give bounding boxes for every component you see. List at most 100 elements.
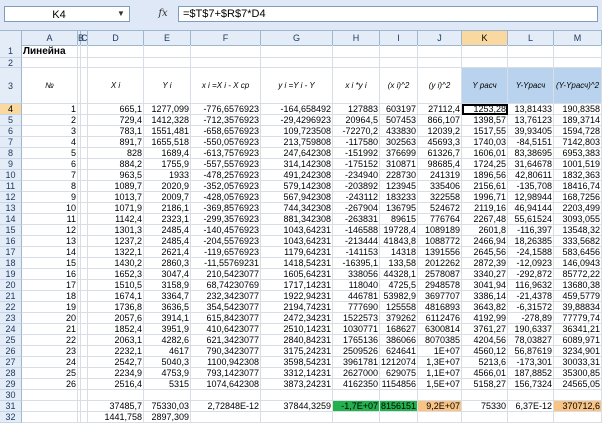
cell-i25[interactable]: 386066: [380, 335, 418, 346]
cell-empty[interactable]: [261, 412, 333, 423]
cell-m19[interactable]: 85772,22: [554, 269, 602, 280]
cell-f4[interactable]: -776,6576923: [191, 104, 261, 115]
cell-l26[interactable]: 56,87619: [508, 346, 554, 357]
cell-m24[interactable]: 36341,21: [554, 324, 602, 335]
cell-empty[interactable]: [81, 68, 88, 104]
cell-l16[interactable]: 18,26385: [508, 236, 554, 247]
cell-e12[interactable]: 2009,7: [144, 192, 191, 203]
cell-empty[interactable]: [81, 379, 88, 390]
row-number[interactable]: 3: [22, 126, 78, 137]
cell-empty[interactable]: [554, 412, 602, 423]
cell-m4[interactable]: 190,8358: [554, 104, 602, 115]
cell-empty[interactable]: [22, 412, 78, 423]
cell-f16[interactable]: -204,5576923: [191, 236, 261, 247]
cell-empty[interactable]: [81, 225, 88, 236]
cell-k24[interactable]: 3761,27: [462, 324, 508, 335]
column-header-e[interactable]: E: [144, 31, 191, 45]
cell-l19[interactable]: -292,872: [508, 269, 554, 280]
cell-k4[interactable]: 1253,28: [462, 104, 508, 115]
cell-h4[interactable]: 127883: [333, 104, 380, 115]
cell-k27[interactable]: 5213,6: [462, 357, 508, 368]
cell-empty[interactable]: [81, 401, 88, 412]
cell-g4[interactable]: -164,658492: [261, 104, 333, 115]
row-header-24[interactable]: 24: [0, 324, 22, 335]
row-header-13[interactable]: 13: [0, 203, 22, 214]
cell-empty[interactable]: [81, 214, 88, 225]
cell-empty[interactable]: [380, 412, 418, 423]
cell-k8[interactable]: 1606,01: [462, 148, 508, 159]
row-header-11[interactable]: 11: [0, 181, 22, 192]
cell-empty[interactable]: [554, 58, 602, 68]
total-j[interactable]: 9,2E+07: [418, 401, 462, 412]
cell-f26[interactable]: 790,3423077: [191, 346, 261, 357]
cell-d21[interactable]: 1674,1: [88, 291, 144, 302]
cell-j14[interactable]: 776764: [418, 214, 462, 225]
cell-l20[interactable]: 116,9632: [508, 280, 554, 291]
cell-f6[interactable]: -658,6576923: [191, 126, 261, 137]
row-header-20[interactable]: 20: [0, 280, 22, 291]
row-number[interactable]: 24: [22, 357, 78, 368]
cell-e4[interactable]: 1277,099: [144, 104, 191, 115]
cell-empty[interactable]: [81, 236, 88, 247]
column-header-h[interactable]: H: [333, 31, 380, 45]
column-title-h[interactable]: x i *y i: [333, 68, 380, 104]
cell-h17[interactable]: -141153: [333, 247, 380, 258]
cell-e23[interactable]: 3914,1: [144, 313, 191, 324]
mean-y[interactable]: 2897,309: [144, 412, 191, 423]
cell-d9[interactable]: 884,2: [88, 159, 144, 170]
row-number[interactable]: 11: [22, 214, 78, 225]
row-number[interactable]: 10: [22, 203, 78, 214]
row-header-31[interactable]: 31: [0, 401, 22, 412]
cell-empty[interactable]: [81, 203, 88, 214]
cell-f5[interactable]: -712,3576923: [191, 115, 261, 126]
cell-i26[interactable]: 624641: [380, 346, 418, 357]
cell-d16[interactable]: 1237,2: [88, 236, 144, 247]
cell-f27[interactable]: 1100,942308: [191, 357, 261, 368]
cell-e14[interactable]: 2323,1: [144, 214, 191, 225]
cell-empty[interactable]: [261, 45, 333, 58]
cell-h5[interactable]: 20964,5: [333, 115, 380, 126]
cell-d11[interactable]: 1089,7: [88, 181, 144, 192]
cell-h12[interactable]: -243112: [333, 192, 380, 203]
cell-empty[interactable]: [554, 45, 602, 58]
cell-i29[interactable]: 1154856: [380, 379, 418, 390]
cell-e18[interactable]: 2860,3: [144, 258, 191, 269]
cell-d19[interactable]: 1652,3: [88, 269, 144, 280]
cell-empty[interactable]: [144, 58, 191, 68]
cell-g19[interactable]: 1605,64231: [261, 269, 333, 280]
cell-h20[interactable]: 118040: [333, 280, 380, 291]
cell-j16[interactable]: 1088772: [418, 236, 462, 247]
cell-d18[interactable]: 1430,2: [88, 258, 144, 269]
row-header-30[interactable]: 30: [0, 390, 22, 401]
cell-m16[interactable]: 333,5682: [554, 236, 602, 247]
cell-g17[interactable]: 1179,64231: [261, 247, 333, 258]
row-header-27[interactable]: 27: [0, 357, 22, 368]
cell-k25[interactable]: 4204,56: [462, 335, 508, 346]
cell-f22[interactable]: 354,5423077: [191, 302, 261, 313]
cell-empty[interactable]: [191, 45, 261, 58]
cell-d14[interactable]: 1142,4: [88, 214, 144, 225]
cell-m11[interactable]: 18416,74: [554, 181, 602, 192]
row-header-21[interactable]: 21: [0, 291, 22, 302]
cell-h7[interactable]: -117580: [333, 137, 380, 148]
cell-g23[interactable]: 2472,34231: [261, 313, 333, 324]
cell-empty[interactable]: [22, 401, 78, 412]
cell-j12[interactable]: 322558: [418, 192, 462, 203]
column-header-c[interactable]: C: [81, 31, 88, 45]
row-header-5[interactable]: 5: [0, 115, 22, 126]
cell-empty[interactable]: [81, 126, 88, 137]
cell-empty[interactable]: [462, 58, 508, 68]
cell-empty[interactable]: [81, 302, 88, 313]
cell-f13[interactable]: -369,8576923: [191, 203, 261, 214]
cell-k9[interactable]: 1724,25: [462, 159, 508, 170]
cell-m12[interactable]: 168,7256: [554, 192, 602, 203]
cell-g12[interactable]: 567,942308: [261, 192, 333, 203]
cell-m23[interactable]: 77779,74: [554, 313, 602, 324]
cell-empty[interactable]: [81, 58, 88, 68]
row-number[interactable]: 5: [22, 148, 78, 159]
cell-k16[interactable]: 2466,94: [462, 236, 508, 247]
cell-i16[interactable]: 41843,8: [380, 236, 418, 247]
cell-h13[interactable]: -267904: [333, 203, 380, 214]
row-number[interactable]: 9: [22, 192, 78, 203]
column-title-m[interactable]: (Y-Yрасч)^2: [554, 68, 602, 104]
